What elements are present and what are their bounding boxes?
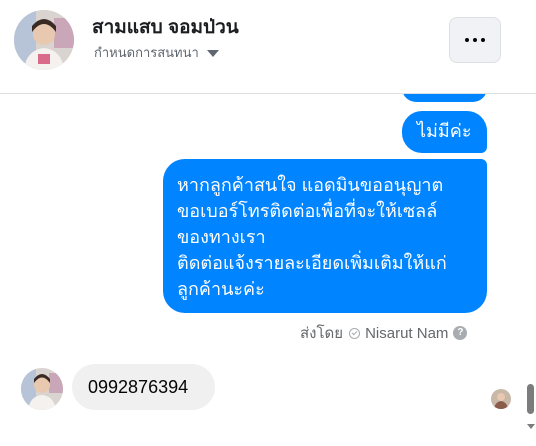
conversation-subtitle[interactable]: กำหนดการสนทนา bbox=[94, 42, 219, 63]
scrollbar-thumb[interactable] bbox=[527, 384, 534, 414]
sent-by-label: ส่งโดย bbox=[300, 325, 344, 342]
more-options-button[interactable] bbox=[449, 17, 501, 63]
help-icon[interactable]: ? bbox=[453, 326, 468, 340]
scrollbar[interactable] bbox=[524, 94, 536, 446]
more-options-icon-dot bbox=[473, 38, 477, 42]
read-receipt-avatar bbox=[491, 389, 511, 409]
sent-by-info: ส่งโดย Nisarut Nam ? bbox=[300, 321, 468, 345]
sent-check-icon bbox=[349, 327, 361, 339]
message-text: 0992876394 bbox=[88, 377, 189, 397]
sender-name: Nisarut Nam bbox=[365, 324, 449, 342]
conversation-window: สามแสบ จอมป่วน กำหนดการสนทนา ไม่มีค่ะ หา… bbox=[0, 0, 536, 446]
conversation-header: สามแสบ จอมป่วน กำหนดการสนทนา bbox=[0, 0, 536, 94]
subtitle-label: กำหนดการสนทนา bbox=[94, 45, 199, 60]
message-text: ไม่มีค่ะ bbox=[417, 121, 472, 141]
scroll-down-arrow-icon[interactable] bbox=[527, 424, 535, 429]
more-options-icon bbox=[465, 38, 469, 42]
contact-name[interactable]: สามแสบ จอมป่วน bbox=[92, 12, 239, 42]
contact-message-avatar[interactable] bbox=[21, 368, 63, 410]
dropdown-caret-icon bbox=[206, 50, 219, 58]
outgoing-message[interactable]: หากลูกค้าสนใจ แอดมินขออนุญาต ขอเบอร์โทรต… bbox=[163, 159, 487, 313]
outgoing-message[interactable]: ไม่มีค่ะ bbox=[402, 111, 487, 153]
contact-avatar[interactable] bbox=[14, 10, 74, 70]
incoming-message[interactable]: 0992876394 bbox=[72, 364, 215, 410]
more-options-icon-dot bbox=[481, 38, 485, 42]
